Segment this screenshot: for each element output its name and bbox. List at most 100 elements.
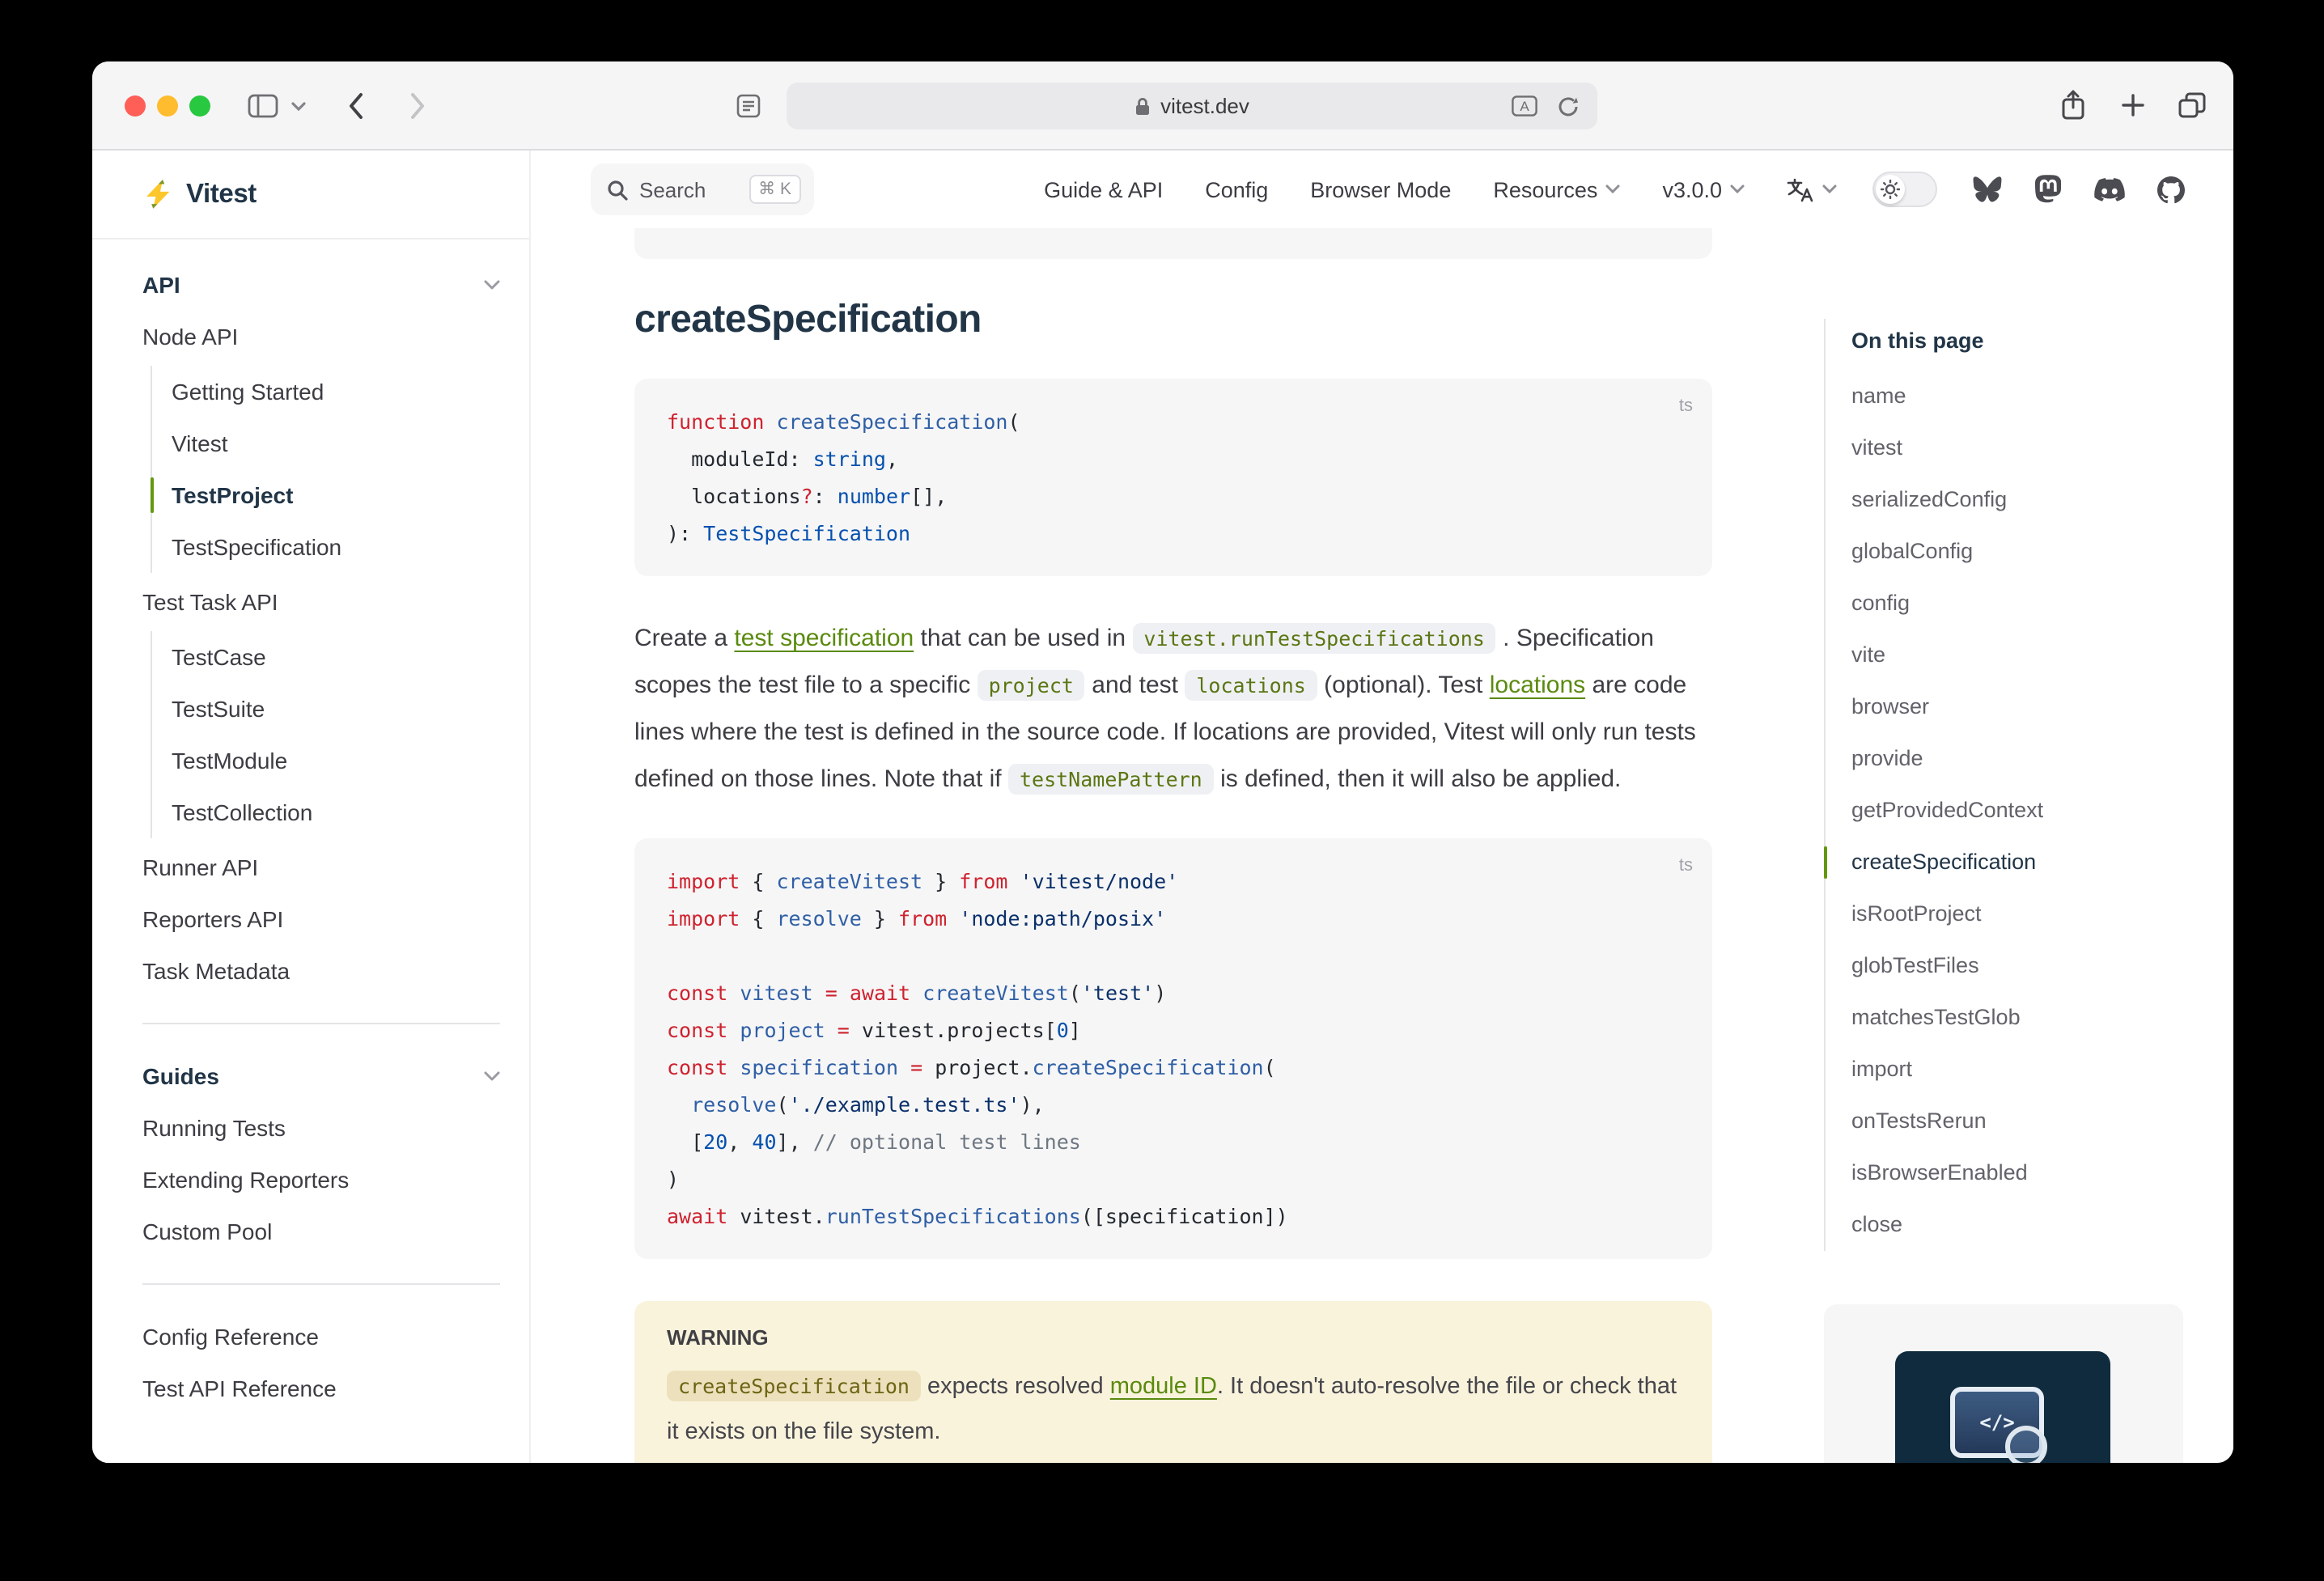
- sidebar-item-testmodule[interactable]: TestModule: [172, 735, 500, 786]
- sidebar-item-test-task-api[interactable]: Test Task API: [142, 576, 500, 628]
- code-line: const vitest = await createVitest('test'…: [667, 974, 1680, 1011]
- code-lang-label: ts: [1679, 388, 1693, 426]
- back-button[interactable]: [348, 92, 364, 120]
- code-lines: import { createVitest } from 'vitest/nod…: [667, 863, 1680, 1235]
- minimize-window-button[interactable]: [157, 95, 178, 117]
- share-icon[interactable]: [2060, 89, 2086, 121]
- sidebar-toggle-icon[interactable]: [248, 94, 278, 118]
- sidebar-nav: APINode APIGetting StartedVitestTestProj…: [142, 239, 500, 1414]
- toc-item-ontestsrerun[interactable]: onTestsRerun: [1851, 1096, 2183, 1147]
- sidebar-item-node-api[interactable]: Node API: [142, 311, 500, 362]
- sidebar-item-extending-reporters[interactable]: Extending Reporters: [142, 1154, 500, 1206]
- sidebar-section-api[interactable]: API: [142, 259, 500, 311]
- reload-icon[interactable]: [1557, 95, 1580, 117]
- code-line: ): [667, 1160, 1680, 1197]
- new-tab-icon[interactable]: [2122, 94, 2144, 117]
- sidebar-item-task-metadata[interactable]: Task Metadata: [142, 945, 500, 997]
- doc-link-module-id[interactable]: module ID: [1110, 1374, 1217, 1400]
- nav-dropdown-resources[interactable]: Resources: [1493, 177, 1620, 201]
- doc-text: and test: [1085, 672, 1185, 699]
- translate-icon[interactable]: A: [1512, 95, 1537, 117]
- toc-item-provide[interactable]: provide: [1851, 733, 2183, 785]
- toc-list: namevitestserializedConfigglobalConfigco…: [1851, 371, 2183, 1251]
- mastodon-icon[interactable]: [2034, 175, 2062, 204]
- toc-item-vitest[interactable]: vitest: [1851, 422, 2183, 474]
- nav-dropdown-version[interactable]: v3.0.0: [1662, 177, 1745, 201]
- doc-scroll-area[interactable]: createSpecification ts function createSp…: [531, 228, 2233, 1463]
- sidebar-item-testspecification[interactable]: TestSpecification: [172, 521, 500, 573]
- vitest-home-link[interactable]: Vitest: [92, 150, 529, 239]
- toc-item-browser[interactable]: browser: [1851, 681, 2183, 733]
- code-glyph: </>: [1979, 1411, 2014, 1434]
- toc-item-serializedconfig[interactable]: serializedConfig: [1851, 474, 2183, 526]
- theme-toggle[interactable]: [1872, 172, 1937, 207]
- code-line: function createSpecification(: [667, 403, 1680, 440]
- language-menu[interactable]: [1787, 177, 1837, 201]
- sidebar-item-vitest[interactable]: Vitest: [172, 418, 500, 469]
- sidebar-menu-chevron-icon[interactable]: [291, 102, 306, 112]
- doc-link-locations[interactable]: locations: [1490, 672, 1585, 699]
- browser-window: vitest.dev A: [92, 61, 2233, 1463]
- social-links: [1973, 175, 2185, 204]
- page-format-icon[interactable]: [736, 94, 761, 118]
- toc-item-globalconfig[interactable]: globalConfig: [1851, 526, 2183, 578]
- sidebar-subgroup: Getting StartedVitestTestProjectTestSpec…: [151, 366, 500, 573]
- sidebar-item-testproject[interactable]: TestProject: [172, 469, 500, 521]
- sidebar-item-testsuite[interactable]: TestSuite: [172, 683, 500, 735]
- sidebar-item-test-api-reference[interactable]: Test API Reference: [142, 1363, 500, 1414]
- toc-item-close[interactable]: close: [1851, 1199, 2183, 1251]
- address-bar[interactable]: vitest.dev A: [787, 83, 1597, 129]
- code-line: [667, 937, 1680, 974]
- nav-link-guide-api[interactable]: Guide & API: [1044, 177, 1163, 201]
- sidebar-divider: [142, 1023, 500, 1024]
- toc-item-name[interactable]: name: [1851, 371, 2183, 422]
- sidebar-item-custom-pool[interactable]: Custom Pool: [142, 1206, 500, 1257]
- nav-link-browser-mode[interactable]: Browser Mode: [1310, 177, 1451, 201]
- code-line: await vitest.runTestSpecifications([spec…: [667, 1197, 1680, 1235]
- warning-body: createSpecification expects resolved mod…: [667, 1364, 1680, 1455]
- sidebar-section-guides[interactable]: Guides: [142, 1050, 500, 1102]
- sidebar-item-testcollection[interactable]: TestCollection: [172, 786, 500, 838]
- sidebar-subgroup: TestCaseTestSuiteTestModuleTestCollectio…: [151, 631, 500, 838]
- sidebar-item-runner-api[interactable]: Runner API: [142, 841, 500, 893]
- toc-item-import[interactable]: import: [1851, 1044, 2183, 1096]
- bluesky-icon[interactable]: [1973, 176, 2002, 202]
- forward-button[interactable]: [409, 92, 426, 120]
- sponsor-card[interactable]: </>: [1824, 1304, 2183, 1463]
- toc-item-matchestestglob[interactable]: matchesTestGlob: [1851, 992, 2183, 1044]
- nav-link-config[interactable]: Config: [1205, 177, 1268, 201]
- toc-item-createspecification[interactable]: createSpecification: [1851, 837, 2183, 888]
- sidebar-item-running-tests[interactable]: Running Tests: [142, 1102, 500, 1154]
- code-line: const specification = project.createSpec…: [667, 1049, 1680, 1086]
- toc-item-vite[interactable]: vite: [1851, 629, 2183, 681]
- toc-item-isrootproject[interactable]: isRootProject: [1851, 888, 2183, 940]
- sidebar-divider: [142, 1283, 500, 1285]
- sidebar-item-getting-started[interactable]: Getting Started: [172, 366, 500, 418]
- discord-icon[interactable]: [2094, 177, 2125, 201]
- tab-overview-icon[interactable]: [2178, 92, 2206, 118]
- doc-link-test-specification[interactable]: test specification: [734, 625, 914, 652]
- toc-item-isbrowserenabled[interactable]: isBrowserEnabled: [1851, 1147, 2183, 1199]
- doc-text: Create a: [634, 625, 734, 652]
- toc-item-getprovidedcontext[interactable]: getProvidedContext: [1851, 785, 2183, 837]
- sidebar-section-label: Guides: [142, 1063, 219, 1089]
- url-text: vitest.dev: [1160, 94, 1249, 118]
- vitest-logo-text: Vitest: [186, 179, 257, 210]
- github-icon[interactable]: [2157, 176, 2185, 203]
- chevron-down-icon: [1605, 184, 1620, 194]
- vitest-logo-icon: [142, 180, 173, 209]
- sidebar-item-reporters-api[interactable]: Reporters API: [142, 893, 500, 945]
- doc-text: expects resolved: [921, 1374, 1110, 1400]
- close-window-button[interactable]: [125, 95, 146, 117]
- sidebar-item-testcase[interactable]: TestCase: [172, 631, 500, 683]
- toc-item-config[interactable]: config: [1851, 578, 2183, 629]
- site-navbar: Search ⌘ K Guide & API Config Browser Mo…: [531, 150, 2233, 228]
- doc-content: createSpecification ts function createSp…: [634, 228, 1712, 1463]
- chevron-down-icon: [1730, 184, 1745, 194]
- lock-icon: [1134, 96, 1151, 116]
- toc-item-globtestfiles[interactable]: globTestFiles: [1851, 940, 2183, 992]
- sidebar-item-config-reference[interactable]: Config Reference: [142, 1311, 500, 1363]
- screen: vitest.dev A: [0, 0, 2324, 1581]
- search-button[interactable]: Search ⌘ K: [591, 163, 814, 215]
- zoom-window-button[interactable]: [189, 95, 210, 117]
